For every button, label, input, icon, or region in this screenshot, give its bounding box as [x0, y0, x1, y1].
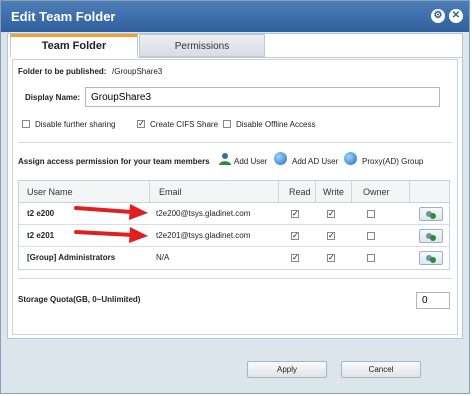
add-user-link[interactable]: Add User: [234, 157, 267, 166]
column-header-actions: [410, 181, 449, 203]
tab-team-folder[interactable]: Team Folder: [10, 34, 138, 57]
apply-button[interactable]: Apply: [247, 361, 327, 378]
add-ad-user-icon[interactable]: [274, 152, 287, 165]
read-checkbox[interactable]: ✓: [291, 254, 299, 262]
folder-path: /GroupShare3: [112, 67, 163, 76]
disable-sharing-label: Disable further sharing: [35, 120, 116, 129]
column-header-write[interactable]: Write: [316, 181, 352, 203]
storage-quota-input[interactable]: [416, 292, 450, 309]
title-bar: Edit Team Folder ⚙ ✕: [1, 1, 469, 32]
display-name-input[interactable]: [85, 87, 440, 107]
dialog-title: Edit Team Folder: [11, 9, 116, 24]
storage-quota-label: Storage Quota(GB, 0~Unlimited): [18, 295, 141, 304]
column-header-email[interactable]: Email: [150, 181, 279, 203]
disable-sharing-checkbox[interactable]: [22, 120, 30, 128]
create-cifs-checkbox[interactable]: ✓: [137, 120, 145, 128]
owner-checkbox[interactable]: [367, 232, 375, 240]
tab-divider: [138, 57, 462, 58]
quota-divider: [18, 278, 452, 279]
proxy-ad-group-link[interactable]: Proxy(AD) Group: [362, 157, 423, 166]
remove-user-button[interactable]: [419, 207, 443, 221]
write-checkbox[interactable]: ✓: [327, 254, 335, 262]
folder-label: Folder to be published:: [18, 67, 107, 76]
dialog-panel: Team Folder Permissions Folder to be pub…: [7, 33, 463, 339]
row-email: t2e200@tsys.gladinet.com: [156, 209, 251, 218]
row-email: N/A: [156, 253, 170, 262]
display-name-label: Display Name:: [25, 93, 81, 102]
row-user-name: t2 e201: [27, 231, 55, 240]
edit-team-folder-dialog: Edit Team Folder ⚙ ✕ Team Folder Permiss…: [0, 0, 470, 394]
add-user-icon[interactable]: [218, 152, 232, 166]
row-email: t2e201@tsys.gladinet.com: [156, 231, 251, 240]
assign-permission-label: Assign access permission for your team m…: [18, 157, 210, 166]
settings-icon[interactable]: ⚙: [431, 9, 445, 23]
add-ad-user-link[interactable]: Add AD User: [292, 157, 338, 166]
owner-checkbox[interactable]: [367, 254, 375, 262]
column-header-owner[interactable]: Owner: [352, 181, 410, 203]
close-icon[interactable]: ✕: [449, 9, 463, 23]
row-user-name: t2 e200: [27, 209, 55, 218]
read-checkbox[interactable]: ✓: [291, 210, 299, 218]
remove-user-button[interactable]: [419, 251, 443, 265]
annotation-arrows: [74, 204, 148, 243]
disable-offline-checkbox[interactable]: [223, 120, 231, 128]
column-header-read[interactable]: Read: [279, 181, 316, 203]
write-checkbox[interactable]: ✓: [327, 210, 335, 218]
remove-user-button[interactable]: [419, 229, 443, 243]
cancel-button[interactable]: Cancel: [341, 361, 421, 378]
proxy-ad-group-icon[interactable]: [344, 152, 357, 165]
owner-checkbox[interactable]: [367, 210, 375, 218]
write-checkbox[interactable]: ✓: [327, 232, 335, 240]
tab-strip: Team Folder Permissions: [8, 34, 462, 58]
tab-permissions[interactable]: Permissions: [139, 34, 265, 57]
create-cifs-label: Create CIFS Share: [150, 120, 219, 129]
section-divider: [18, 142, 452, 143]
read-checkbox[interactable]: ✓: [291, 232, 299, 240]
disable-offline-label: Disable Offline Access: [236, 120, 316, 129]
